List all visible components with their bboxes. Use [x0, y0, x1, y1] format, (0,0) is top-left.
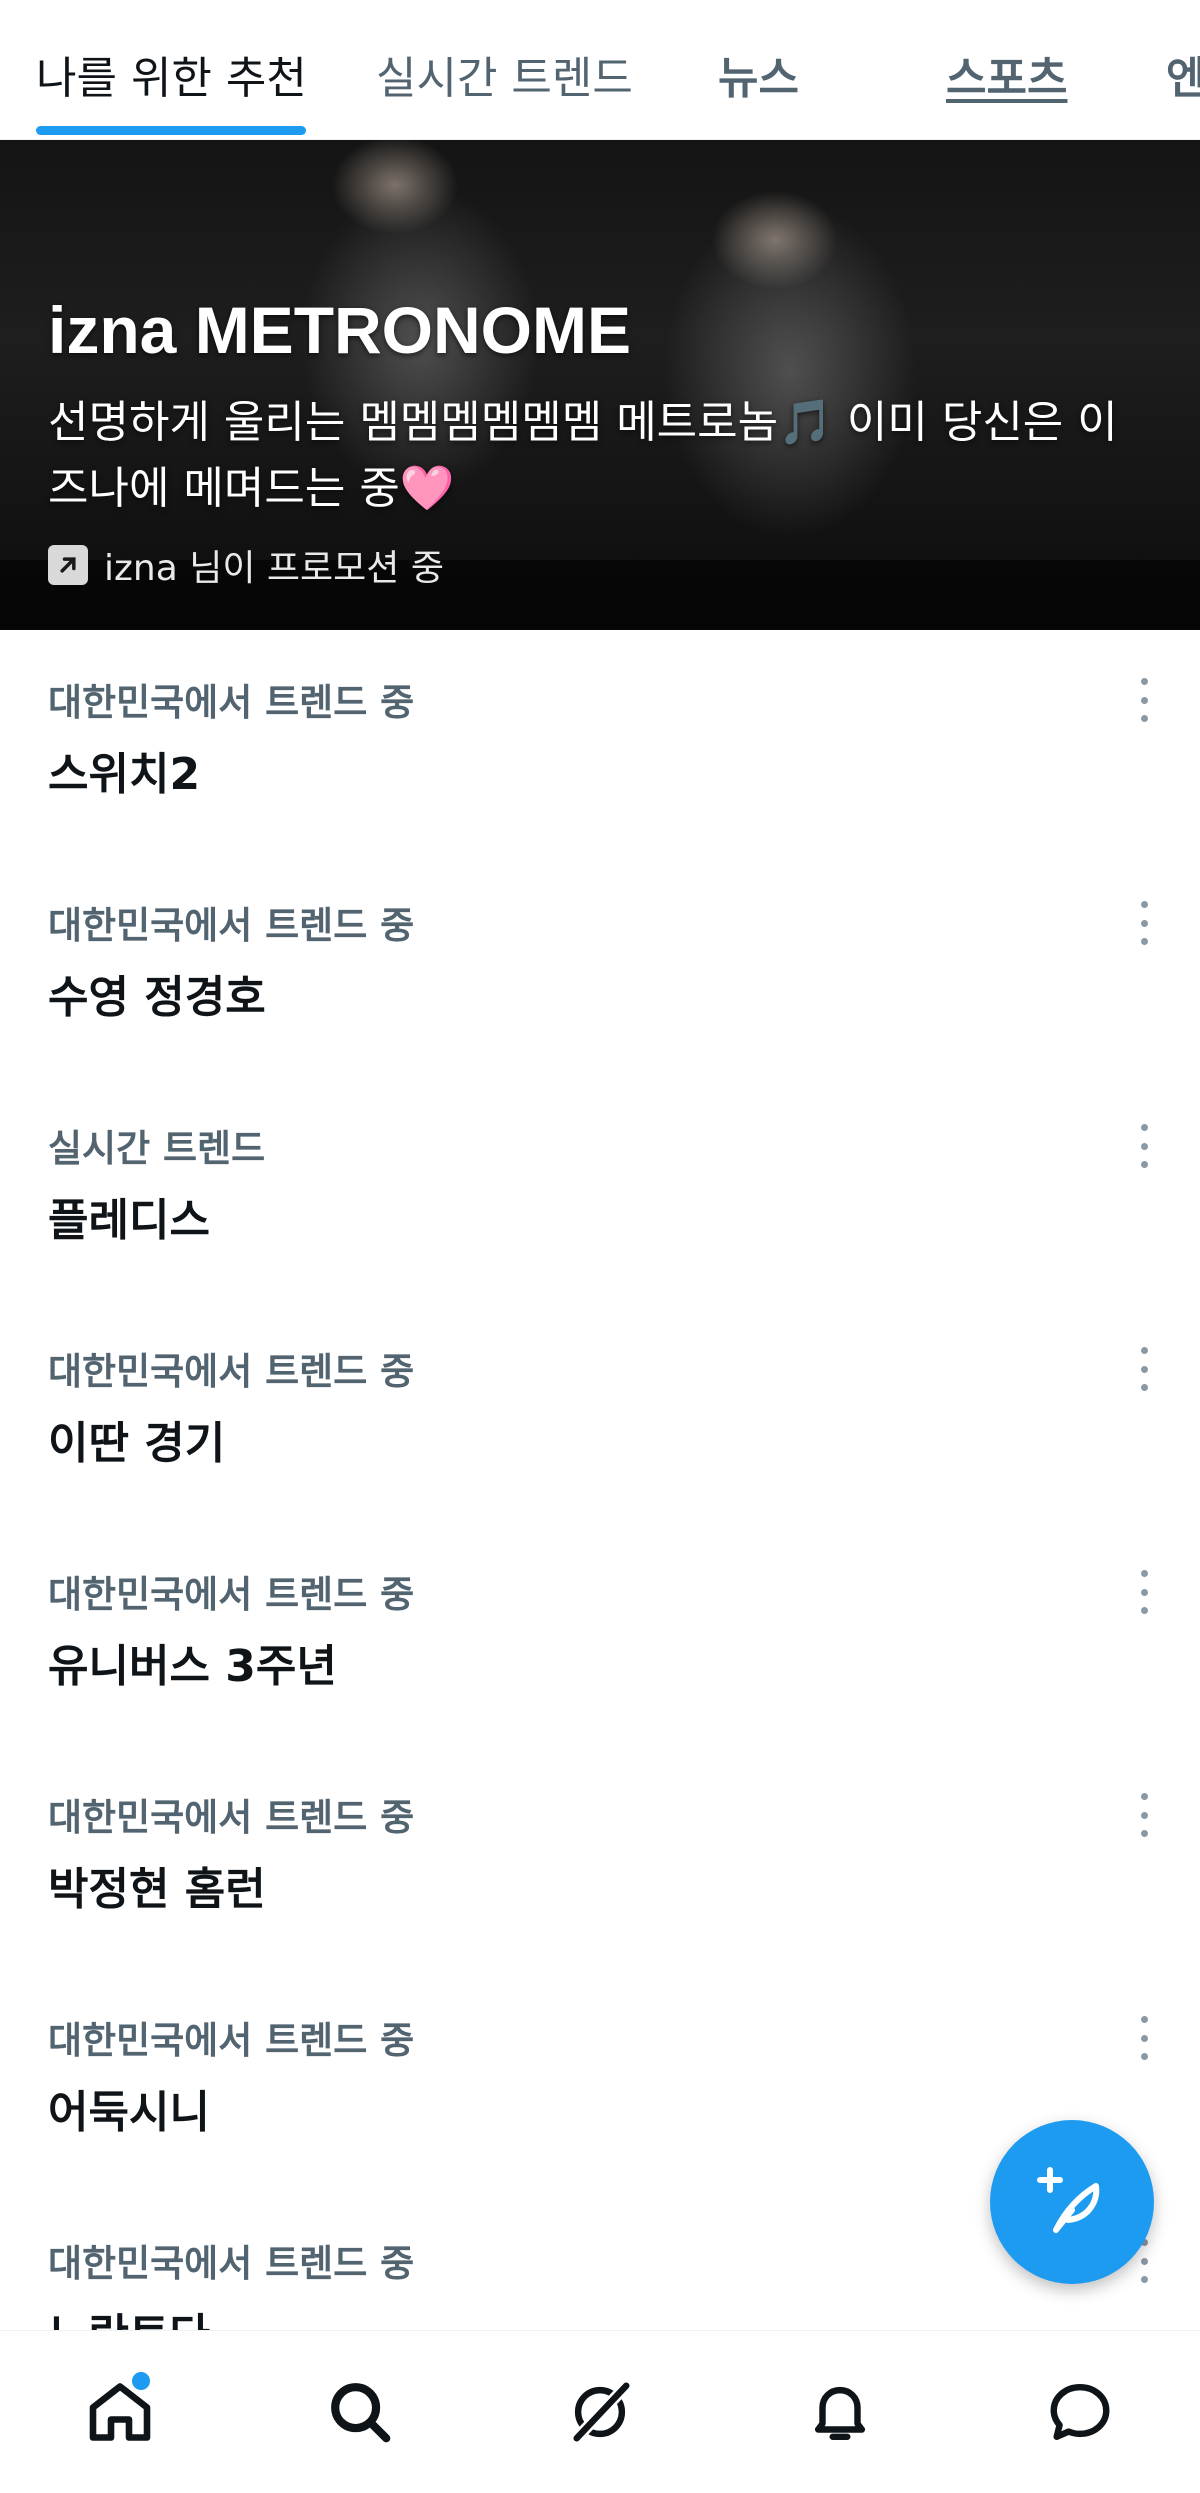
trend-name: 스위치2 [48, 749, 201, 800]
trend-item[interactable]: 실시간 트렌드 플레디스 [0, 1076, 1200, 1299]
trend-context: 대한민국에서 트렌드 중 [48, 1573, 415, 1616]
trend-item[interactable]: 대한민국에서 트렌드 중 수영 정경호 [0, 853, 1200, 1076]
trend-name: 어둑시니 [48, 2087, 210, 2138]
more-options-icon[interactable] [1132, 1793, 1156, 1837]
bottom-navigation [0, 2330, 1200, 2493]
trend-context: 대한민국에서 트렌드 중 [48, 2019, 415, 2062]
trend-context: 대한민국에서 트렌드 중 [48, 904, 415, 947]
trend-name: 수영 정경호 [48, 972, 266, 1023]
explore-tabs: 나를 위한 추천 실시간 트렌드 뉴스 스포츠 엔 [0, 0, 1200, 140]
nav-home[interactable] [60, 2352, 180, 2472]
trend-item[interactable]: 대한민국에서 트렌드 중 박정현 홈런 [0, 1745, 1200, 1968]
trend-item[interactable]: 대한민국에서 트렌드 중 스위치2 [0, 630, 1200, 853]
explore-screen: 나를 위한 추천 실시간 트렌드 뉴스 스포츠 엔 izna METRONOME… [0, 0, 1200, 2493]
promoted-arrow-icon [48, 545, 88, 585]
tab-trending[interactable]: 실시간 트렌드 [376, 0, 656, 139]
search-icon [331, 2383, 391, 2443]
promoted-by: izna 님이 프로모션 중 [48, 540, 444, 590]
more-options-icon[interactable] [1132, 678, 1156, 722]
grok-icon [572, 2381, 631, 2443]
nav-search[interactable] [300, 2352, 420, 2472]
trend-item[interactable]: 대한민국에서 트렌드 중 이딴 경기 [0, 1299, 1200, 1522]
chat-icon [1050, 2384, 1110, 2440]
trend-context: 대한민국에서 트렌드 중 [48, 681, 415, 724]
tab-label: 스포츠 [946, 53, 1068, 104]
bell-icon [814, 2386, 866, 2440]
tab-for-you[interactable]: 나를 위한 추천 [36, 0, 307, 139]
more-options-icon[interactable] [1132, 1124, 1156, 1168]
trend-item[interactable]: 대한민국에서 트렌드 중 유니버스 3주년 [0, 1522, 1200, 1745]
trend-context: 실시간 트렌드 [48, 1127, 266, 1170]
trend-name: 유니버스 3주년 [48, 1641, 337, 1692]
active-tab-indicator [36, 126, 306, 135]
tab-entertainment[interactable]: 엔 [1166, 0, 1200, 139]
more-options-icon[interactable] [1132, 1570, 1156, 1614]
more-options-icon[interactable] [1132, 1347, 1156, 1391]
promoted-trend-banner[interactable]: izna METRONOME 선명하게 울리는 멤멤멤멤멤멤 메트로놈🎵 이미 … [0, 140, 1200, 630]
tab-news[interactable]: 뉴스 [718, 0, 818, 139]
trend-context: 대한민국에서 트렌드 중 [48, 1796, 415, 1839]
more-options-icon[interactable] [1132, 2016, 1156, 2060]
trend-context: 대한민국에서 트렌드 중 [48, 1350, 415, 1393]
trend-name: 이딴 경기 [48, 1418, 226, 1469]
nav-notifications[interactable] [780, 2352, 900, 2472]
tab-label: 뉴스 [718, 53, 799, 104]
trend-name: 플레디스 [48, 1195, 210, 1246]
trend-context: 대한민국에서 트렌드 중 [48, 2242, 415, 2285]
compose-feather-plus-icon [1037, 2167, 1100, 2233]
tab-label: 나를 위한 추천 [36, 53, 307, 104]
tab-label: 엔 [1166, 53, 1200, 104]
trend-name: 박정현 홈런 [48, 1864, 266, 1915]
promo-description: 선명하게 울리는 멤멤멤멤멤멤 메트로놈🎵 이미 당신은 이즈나에 메며드는 중… [48, 397, 1118, 514]
nav-grok[interactable] [540, 2352, 660, 2472]
nav-messages[interactable] [1020, 2352, 1140, 2472]
tab-sports[interactable]: 스포츠 [946, 0, 1086, 139]
notification-dot [132, 2372, 150, 2390]
tab-label: 실시간 트렌드 [376, 53, 633, 104]
promo-title: izna METRONOME [48, 293, 632, 367]
more-options-icon[interactable] [1132, 901, 1156, 945]
compose-button[interactable] [990, 2120, 1154, 2284]
promoted-by-label: izna 님이 프로모션 중 [104, 548, 444, 589]
